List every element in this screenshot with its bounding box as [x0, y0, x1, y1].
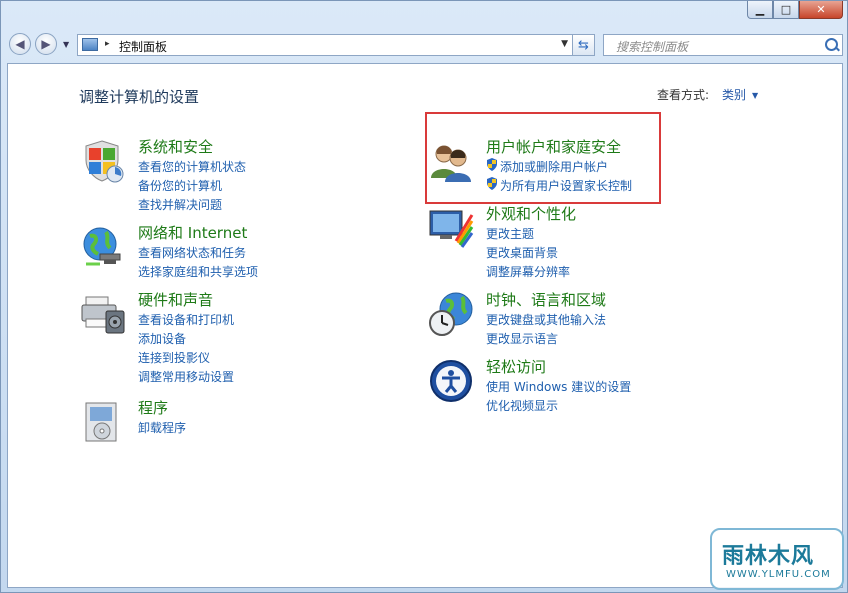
network-internet-icon[interactable]	[80, 224, 126, 270]
page-title: 调整计算机的设置	[79, 88, 200, 106]
search-box[interactable]: 搜索控制面板	[603, 34, 843, 56]
link-change-keyboard[interactable]: 更改键盘或其他输入法	[486, 311, 606, 328]
category-title[interactable]: 系统和安全	[138, 136, 213, 157]
maximize-button[interactable]: □	[773, 1, 799, 19]
category-title[interactable]: 外观和个性化	[486, 203, 576, 224]
link-backup-computer[interactable]: 备份您的计算机	[138, 177, 222, 194]
category-title[interactable]: 轻松访问	[486, 356, 546, 377]
link-uninstall-program[interactable]: 卸载程序	[138, 419, 186, 436]
view-by-value[interactable]: 类别	[722, 88, 746, 102]
address-bar[interactable]: ▸ 控制面板 ▼	[77, 34, 573, 56]
refresh-button[interactable]: ⇆	[573, 34, 595, 56]
search-icon[interactable]	[825, 38, 838, 51]
category-title[interactable]: 硬件和声音	[138, 289, 213, 310]
watermark-text: 雨林木风	[722, 544, 815, 569]
breadcrumb-separator[interactable]: ▸	[105, 39, 110, 49]
link-troubleshoot[interactable]: 查找并解决问题	[138, 196, 222, 213]
annotation-highlight-box	[425, 112, 661, 204]
clock-language-icon[interactable]	[428, 291, 474, 337]
system-security-icon[interactable]	[80, 138, 126, 184]
link-screen-resolution[interactable]: 调整屏幕分辨率	[486, 263, 570, 280]
minimize-button[interactable]: ▁	[747, 1, 773, 19]
main-content: 调整计算机的设置 查看方式: 类别 ▼ 系统和安全 查看您的计算机状态 备份您的计…	[7, 63, 843, 588]
programs-icon[interactable]	[80, 399, 126, 445]
chevron-down-icon[interactable]: ▼	[752, 91, 758, 100]
control-panel-icon	[82, 38, 98, 51]
watermark-url: WWW.YLMFU.COM	[726, 569, 831, 580]
watermark-logo: 雨林木风 WWW.YLMFU.COM	[710, 528, 844, 590]
ease-of-access-icon[interactable]	[428, 358, 474, 404]
breadcrumb-control-panel[interactable]: 控制面板	[119, 38, 167, 55]
link-connect-projector[interactable]: 连接到投影仪	[138, 349, 210, 366]
back-button[interactable]: ◀	[9, 33, 31, 55]
category-title[interactable]: 时钟、语言和区域	[486, 289, 606, 310]
link-network-status[interactable]: 查看网络状态和任务	[138, 244, 246, 261]
link-windows-suggested-settings[interactable]: 使用 Windows 建议的设置	[486, 378, 631, 395]
link-homegroup-sharing[interactable]: 选择家庭组和共享选项	[138, 263, 258, 280]
link-optimize-visual-display[interactable]: 优化视频显示	[486, 397, 558, 414]
close-button[interactable]: ✕	[799, 1, 843, 19]
control-panel-window: ▁ □ ✕ ◀ ▶ ▼ ▸ 控制面板 ▼ ⇆ 搜索控制面板 调整计算机的设置 查…	[0, 0, 848, 593]
appearance-icon[interactable]	[428, 205, 474, 251]
category-title[interactable]: 程序	[138, 397, 168, 418]
recent-pages-dropdown[interactable]: ▼	[63, 40, 69, 49]
link-mobility-settings[interactable]: 调整常用移动设置	[138, 368, 234, 385]
link-devices-printers[interactable]: 查看设备和打印机	[138, 311, 234, 328]
caption-buttons: ▁ □ ✕	[747, 1, 843, 19]
navigation-toolbar: ◀ ▶ ▼ ▸ 控制面板 ▼ ⇆ 搜索控制面板	[7, 31, 843, 59]
category-title[interactable]: 网络和 Internet	[138, 222, 247, 243]
address-dropdown-icon[interactable]: ▼	[561, 39, 568, 49]
link-add-device[interactable]: 添加设备	[138, 330, 186, 347]
link-display-language[interactable]: 更改显示语言	[486, 330, 558, 347]
forward-button[interactable]: ▶	[35, 33, 57, 55]
hardware-sound-icon[interactable]	[80, 291, 126, 337]
link-change-background[interactable]: 更改桌面背景	[486, 244, 558, 261]
link-view-computer-status[interactable]: 查看您的计算机状态	[138, 158, 246, 175]
view-by-label: 查看方式:	[657, 88, 710, 102]
link-change-theme[interactable]: 更改主题	[486, 225, 534, 242]
search-input[interactable]: 搜索控制面板	[616, 38, 688, 55]
view-by-dropdown[interactable]: 类别 ▼	[722, 86, 758, 103]
